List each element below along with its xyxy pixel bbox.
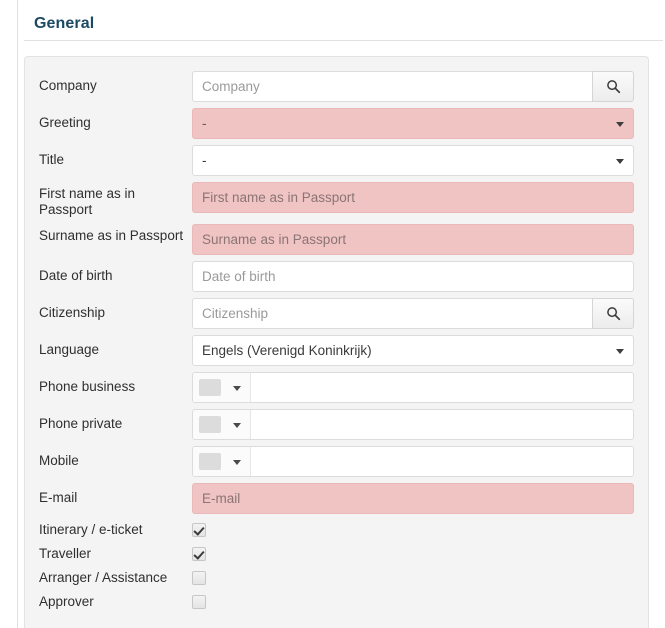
chevron-down-icon [616, 348, 624, 354]
label-approver: Approver [39, 594, 94, 609]
mobile-country-select[interactable] [193, 447, 251, 476]
field-row-mobile: Mobile [39, 446, 634, 477]
phone-business-country-select[interactable] [193, 373, 251, 402]
checkbox-arranger-assistance[interactable] [192, 571, 206, 585]
title-select[interactable]: - [192, 145, 634, 176]
checkbox-row-approver: Approver [39, 592, 634, 610]
label-company: Company [39, 78, 97, 93]
label-traveller: Traveller [39, 546, 92, 561]
chevron-down-icon [616, 158, 624, 164]
greeting-select[interactable]: - [192, 108, 634, 139]
label-mobile: Mobile [39, 453, 79, 468]
label-title: Title [39, 152, 65, 167]
mobile-group [192, 446, 634, 477]
checkbox-itinerary-eticket[interactable] [192, 523, 206, 537]
chevron-down-icon [233, 385, 241, 391]
label-citizenship: Citizenship [39, 305, 106, 320]
field-row-date-of-birth: Date of birth [39, 261, 634, 292]
date-of-birth-input[interactable] [192, 261, 634, 292]
first-name-input[interactable] [192, 182, 634, 213]
citizenship-search-button[interactable] [592, 298, 634, 329]
title-selected-value: - [202, 153, 207, 168]
field-row-citizenship: Citizenship [39, 298, 634, 329]
control-language: Engels (Verenigd Koninkrijk) [192, 335, 634, 366]
field-row-first-name: First name as in Passport [39, 182, 634, 218]
greeting-selected-value: - [202, 116, 207, 131]
chevron-down-icon [233, 459, 241, 465]
flag-icon [199, 416, 221, 433]
control-date-of-birth [192, 261, 634, 292]
mobile-input[interactable] [251, 447, 633, 476]
field-row-language: Language Engels (Verenigd Koninkrijk) [39, 335, 634, 366]
label-arranger-assistance: Arranger / Assistance [39, 570, 168, 585]
phone-private-group [192, 409, 634, 440]
label-phone-private: Phone private [39, 416, 123, 431]
label-date-of-birth: Date of birth [39, 268, 113, 283]
phone-business-input[interactable] [251, 373, 633, 402]
phone-private-country-select[interactable] [193, 410, 251, 439]
label-phone-business: Phone business [39, 379, 136, 394]
field-row-company: Company [39, 71, 634, 102]
field-row-phone-private: Phone private [39, 409, 634, 440]
control-title: - [192, 145, 634, 176]
company-input[interactable] [192, 71, 593, 102]
field-row-greeting: Greeting - [39, 108, 634, 139]
checkbox-row-itinerary: Itinerary / e-ticket [39, 520, 634, 538]
general-form-panel: Company Greeting - [24, 56, 649, 628]
search-icon [606, 80, 620, 94]
checkbox-approver[interactable] [192, 595, 206, 609]
section-header: General [24, 0, 663, 41]
field-row-title: Title - [39, 145, 634, 176]
checkbox-row-traveller: Traveller [39, 544, 634, 562]
field-row-phone-business: Phone business [39, 372, 634, 403]
phone-private-input[interactable] [251, 410, 633, 439]
control-surname [192, 224, 634, 255]
label-email: E-mail [39, 490, 78, 505]
chevron-down-icon [233, 422, 241, 428]
search-icon [606, 307, 620, 321]
checkbox-row-arranger: Arranger / Assistance [39, 568, 634, 586]
label-first-name: First name as in Passport [39, 186, 136, 217]
label-greeting: Greeting [39, 115, 91, 130]
email-field[interactable] [192, 483, 634, 514]
control-phone-private [192, 409, 634, 440]
control-company [192, 71, 634, 102]
phone-business-group [192, 372, 634, 403]
label-itinerary-eticket: Itinerary / e-ticket [39, 522, 143, 537]
checkbox-traveller[interactable] [192, 547, 206, 561]
chevron-down-icon [616, 121, 624, 127]
control-mobile [192, 446, 634, 477]
label-surname: Surname as in Passport [39, 228, 184, 243]
surname-input[interactable] [192, 224, 634, 255]
page-title: General [34, 15, 95, 32]
control-greeting: - [192, 108, 634, 139]
control-email [192, 483, 634, 514]
language-selected-value: Engels (Verenigd Koninkrijk) [202, 343, 372, 358]
company-input-group [192, 71, 634, 102]
company-search-button[interactable] [592, 71, 634, 102]
flag-icon [199, 379, 221, 396]
language-select[interactable]: Engels (Verenigd Koninkrijk) [192, 335, 634, 366]
field-row-surname: Surname as in Passport [39, 224, 634, 255]
label-language: Language [39, 342, 100, 357]
flag-icon [199, 453, 221, 470]
control-phone-business [192, 372, 634, 403]
field-row-email: E-mail [39, 483, 634, 514]
citizenship-input[interactable] [192, 298, 593, 329]
citizenship-input-group [192, 298, 634, 329]
control-first-name [192, 182, 634, 213]
control-citizenship [192, 298, 634, 329]
general-form-page: General Company Greeting [18, 0, 665, 628]
